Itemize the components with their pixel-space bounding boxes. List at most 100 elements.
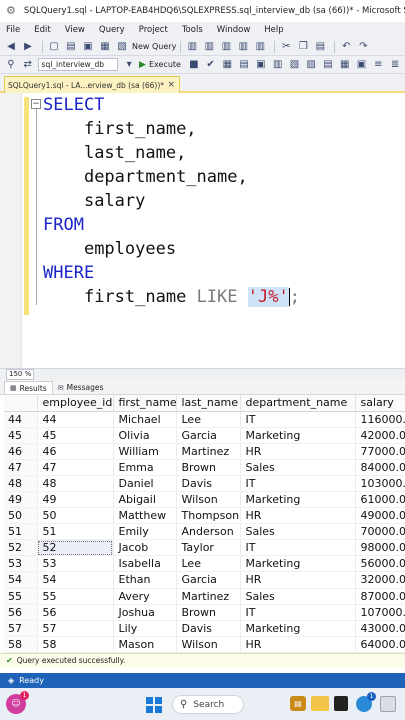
menu-help[interactable]: Help bbox=[264, 25, 283, 35]
row-number[interactable]: 54 bbox=[4, 571, 38, 589]
cell-employee-id[interactable]: 44 bbox=[37, 411, 114, 428]
mdx-query-icon[interactable]: ▥ bbox=[202, 40, 216, 54]
execute-button[interactable]: ▶ Execute bbox=[139, 60, 181, 70]
cell-last-name[interactable]: Brown bbox=[176, 604, 241, 621]
uncomment-icon[interactable]: ≣ bbox=[388, 58, 402, 72]
row-number[interactable]: 57 bbox=[4, 620, 38, 637]
cell-salary[interactable]: 84000.00 bbox=[355, 459, 405, 476]
actual-plan-icon[interactable]: ▥ bbox=[271, 58, 285, 72]
save-all-icon[interactable]: ▦ bbox=[98, 40, 112, 54]
menu-window[interactable]: Window bbox=[217, 25, 251, 35]
table-row[interactable]: 5555AveryMartinezSales87000.00 bbox=[4, 588, 405, 605]
cell-first-name[interactable]: Matthew bbox=[113, 507, 177, 525]
cell-department-name[interactable]: IT bbox=[240, 411, 356, 428]
cell-first-name[interactable]: Isabella bbox=[113, 555, 177, 573]
live-stats-icon[interactable]: ▧ bbox=[288, 58, 302, 72]
sql-code[interactable]: SELECT first_name, last_name, department… bbox=[43, 93, 300, 309]
cell-employee-id[interactable]: 45 bbox=[37, 427, 114, 444]
stop-icon[interactable]: ■ bbox=[187, 58, 201, 72]
cell-last-name[interactable]: Lee bbox=[176, 411, 241, 428]
cell-salary[interactable]: 49000.00 bbox=[355, 507, 405, 525]
xmla-query-icon[interactable]: ▥ bbox=[236, 40, 250, 54]
database-select[interactable]: sql_interview_db bbox=[37, 58, 119, 71]
cell-employee-id[interactable]: 56 bbox=[37, 604, 114, 621]
cell-employee-id[interactable]: 50 bbox=[37, 507, 114, 525]
table-row[interactable]: 5656JoshuaBrownIT107000.... bbox=[4, 604, 405, 621]
forward-icon[interactable]: ▶ bbox=[21, 40, 35, 54]
cell-last-name[interactable]: Wilson bbox=[176, 491, 241, 509]
row-number[interactable]: 48 bbox=[4, 475, 38, 492]
menu-project[interactable]: Project bbox=[139, 25, 168, 35]
cell-first-name[interactable]: Mason bbox=[113, 636, 177, 653]
cell-salary[interactable]: 70000.00 bbox=[355, 523, 405, 541]
cell-employee-id[interactable]: 48 bbox=[37, 475, 114, 492]
row-number[interactable]: 46 bbox=[4, 443, 38, 460]
ssms-taskbar-icon[interactable] bbox=[380, 696, 396, 712]
table-row[interactable]: 5050MatthewThompsonHR49000.00 bbox=[4, 507, 405, 525]
menu-edit[interactable]: Edit bbox=[34, 25, 50, 35]
connect-icon[interactable]: ⚲ bbox=[4, 58, 18, 72]
cell-employee-id[interactable]: 57 bbox=[37, 620, 114, 637]
table-row[interactable]: 4646WilliamMartinezHR77000.00 bbox=[4, 443, 405, 460]
cell-salary[interactable]: 103000.... bbox=[355, 475, 405, 492]
cell-department-name[interactable]: IT bbox=[240, 604, 356, 621]
cell-first-name[interactable]: Emily bbox=[113, 523, 177, 541]
cell-salary[interactable]: 98000.00 bbox=[355, 539, 405, 557]
cell-employee-id[interactable]: 47 bbox=[37, 459, 114, 476]
column-header-first-name[interactable]: first_name bbox=[113, 395, 177, 412]
cell-department-name[interactable]: HR bbox=[240, 507, 356, 525]
cell-last-name[interactable]: Taylor bbox=[176, 539, 241, 557]
column-header-department-name[interactable]: department_name bbox=[240, 395, 356, 412]
cell-employee-id[interactable]: 55 bbox=[37, 588, 114, 605]
intellisense-icon[interactable]: ▤ bbox=[237, 58, 251, 72]
cell-first-name[interactable]: Olivia bbox=[113, 427, 177, 444]
row-number[interactable]: 58 bbox=[4, 636, 38, 653]
save-icon[interactable]: ▣ bbox=[81, 40, 95, 54]
parse-checkmark-icon[interactable]: ✔ bbox=[204, 58, 218, 72]
cell-department-name[interactable]: IT bbox=[240, 475, 356, 492]
new-file-icon[interactable]: ▢ bbox=[47, 40, 61, 54]
cell-last-name[interactable]: Wilson bbox=[176, 636, 241, 653]
results-to-file-icon[interactable]: ▣ bbox=[355, 58, 369, 72]
cell-first-name[interactable]: Ethan bbox=[113, 571, 177, 589]
edge-browser-icon[interactable]: 1 bbox=[356, 692, 376, 712]
terminal-icon[interactable] bbox=[334, 696, 348, 711]
cell-salary[interactable]: 43000.00 bbox=[355, 620, 405, 637]
table-row[interactable]: 4949AbigailWilsonMarketing61000.00 bbox=[4, 491, 405, 509]
cell-department-name[interactable]: Marketing bbox=[240, 427, 356, 444]
cell-first-name[interactable]: Lily bbox=[113, 620, 177, 637]
cell-department-name[interactable]: Marketing bbox=[240, 491, 356, 509]
table-row[interactable]: 4848DanielDavisIT103000.... bbox=[4, 475, 405, 492]
cell-first-name[interactable]: Jacob bbox=[113, 539, 177, 557]
cell-salary[interactable]: 56000.00 bbox=[355, 555, 405, 573]
cell-department-name[interactable]: Sales bbox=[240, 459, 356, 476]
results-to-text-icon[interactable]: ▤ bbox=[321, 58, 335, 72]
cell-salary[interactable]: 77000.00 bbox=[355, 443, 405, 460]
cell-last-name[interactable]: Anderson bbox=[176, 523, 241, 541]
table-row[interactable]: 5353IsabellaLeeMarketing56000.00 bbox=[4, 555, 405, 573]
taskbar-search[interactable]: ⚲ Search bbox=[172, 695, 244, 714]
row-number[interactable]: 47 bbox=[4, 459, 38, 476]
cell-salary[interactable]: 116000.... bbox=[355, 411, 405, 428]
cell-last-name[interactable]: Lee bbox=[176, 555, 241, 573]
client-stats-icon[interactable]: ▨ bbox=[304, 58, 318, 72]
zoom-select[interactable]: 150 % bbox=[6, 369, 35, 380]
cell-employee-id[interactable]: 52 bbox=[37, 539, 114, 557]
widgets-icon[interactable]: ☺ 1 bbox=[6, 691, 29, 714]
table-row[interactable]: 5858MasonWilsonHR64000.00 bbox=[4, 636, 405, 653]
table-row[interactable]: 5757LilyDavisMarketing43000.00 bbox=[4, 620, 405, 637]
row-number[interactable]: 52 bbox=[4, 539, 38, 557]
row-number[interactable]: 44 bbox=[4, 411, 38, 428]
cell-first-name[interactable]: Avery bbox=[113, 588, 177, 605]
new-query-button[interactable]: New Query bbox=[132, 42, 176, 51]
row-number[interactable]: 49 bbox=[4, 491, 38, 509]
table-row[interactable]: 4747EmmaBrownSales84000.00 bbox=[4, 459, 405, 476]
tab-results[interactable]: ▦ Results bbox=[4, 381, 53, 394]
table-row[interactable]: 5252JacobTaylorIT98000.00 bbox=[4, 539, 405, 557]
cell-last-name[interactable]: Davis bbox=[176, 475, 241, 492]
cell-last-name[interactable]: Garcia bbox=[176, 427, 241, 444]
row-number-header[interactable] bbox=[4, 395, 38, 412]
cell-department-name[interactable]: HR bbox=[240, 571, 356, 589]
cell-last-name[interactable]: Brown bbox=[176, 459, 241, 476]
row-number[interactable]: 56 bbox=[4, 604, 38, 621]
